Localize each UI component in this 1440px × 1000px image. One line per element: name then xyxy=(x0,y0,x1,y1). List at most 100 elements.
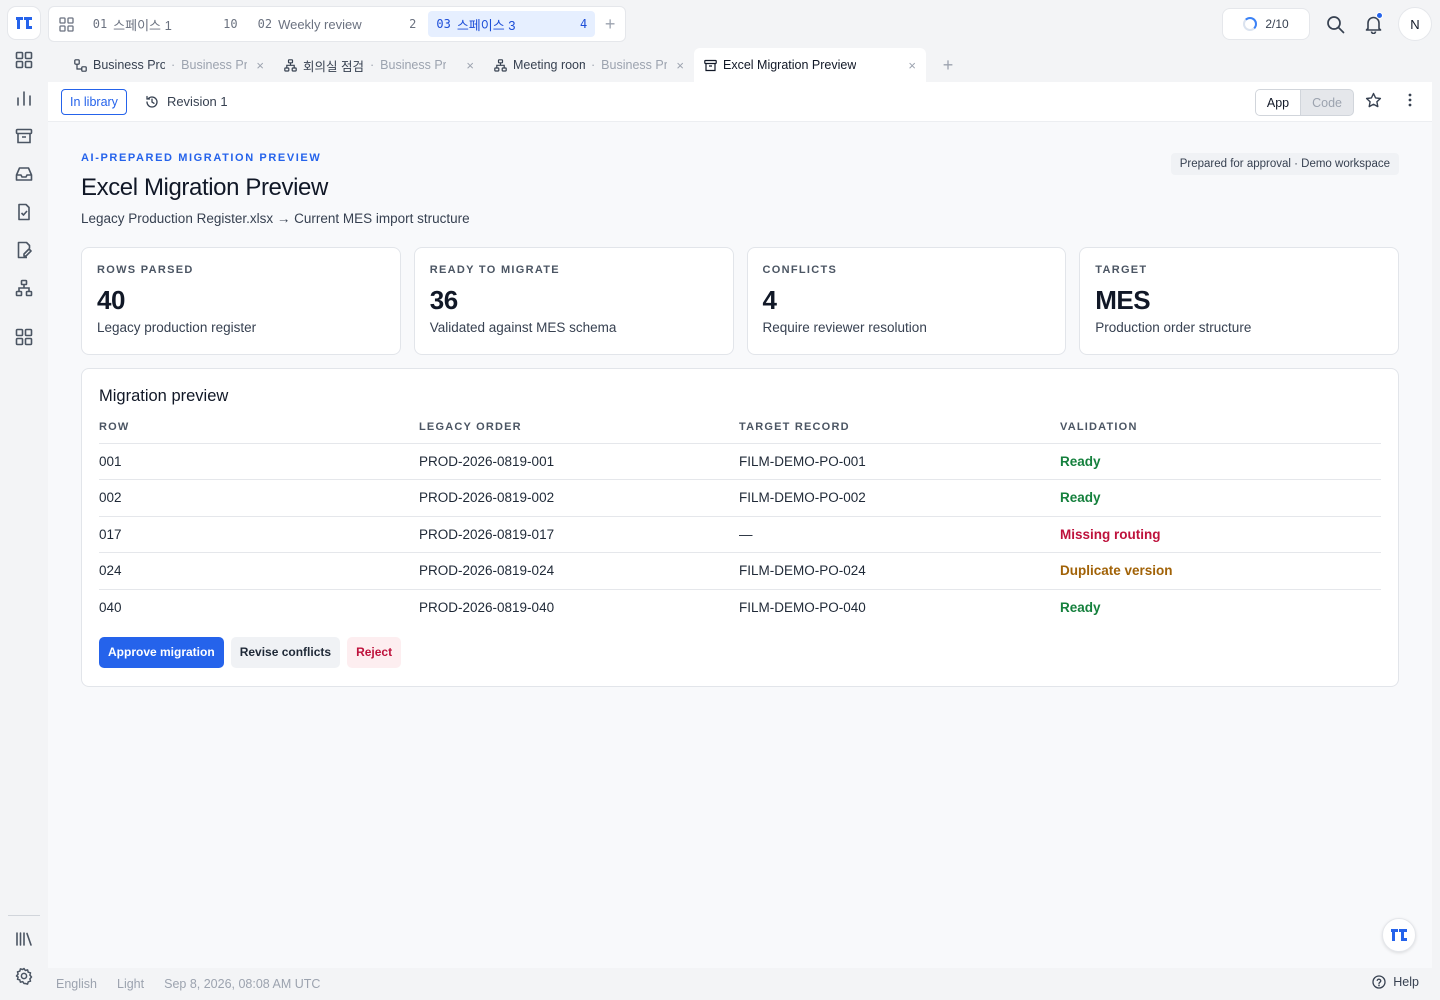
workspace-number: 03 xyxy=(436,17,451,31)
card-value: 40 xyxy=(97,285,125,315)
app-logo[interactable] xyxy=(8,7,40,39)
app-logo-icon xyxy=(1391,929,1407,941)
table-row: 001 PROD-2026-0819-001 FILM-DEMO-PO-001 … xyxy=(99,443,1381,480)
library-status-badge[interactable]: In library xyxy=(61,88,127,115)
doc-tab-separator: · xyxy=(591,58,596,72)
target-record: FILM-DEMO-PO-040 xyxy=(739,600,866,615)
summary-card-target: TARGET MES Production order structure xyxy=(1079,247,1399,355)
user-avatar[interactable]: N xyxy=(1398,7,1432,41)
edit-document-icon[interactable] xyxy=(12,238,36,262)
summary-cards: ROWS PARSED 40 Legacy production registe… xyxy=(81,247,1399,355)
row-number: 017 xyxy=(99,516,419,553)
doc-tab-meeting-room[interactable]: Meeting room · Business Process × xyxy=(484,48,694,82)
column-header-target-record: TARGET RECORD xyxy=(739,417,1060,444)
favorite-star-icon[interactable] xyxy=(1365,92,1382,112)
status-footer: English Light Sep 8, 2026, 08:08 AM UTC xyxy=(48,968,1440,1000)
notification-dot xyxy=(1376,12,1383,19)
doc-tab-excel-migration[interactable]: Excel Migration Preview × xyxy=(694,48,926,82)
library-icon[interactable] xyxy=(12,927,36,951)
revise-conflicts-button[interactable]: Revise conflicts xyxy=(230,636,341,668)
workspace-count: 4 xyxy=(580,17,588,31)
flow-icon xyxy=(74,58,87,72)
target-record: FILM-DEMO-PO-024 xyxy=(739,552,1060,590)
validation-status: Missing routing xyxy=(1060,516,1381,553)
revision-label: Revision 1 xyxy=(166,94,228,109)
more-options-icon[interactable] xyxy=(1408,92,1412,111)
card-value: 36 xyxy=(429,285,458,315)
target-record: FILM-DEMO-PO-001 xyxy=(739,443,1060,480)
doc-tab-business-process[interactable]: Business Process · Business Process × xyxy=(64,48,274,82)
column-header-validation: VALIDATION xyxy=(1060,417,1381,444)
workspace-tab-1[interactable]: 01 스페이스 1 10 xyxy=(85,11,246,37)
archive-icon[interactable] xyxy=(12,124,36,148)
progress-spinner-icon xyxy=(1243,17,1258,31)
card-description: Validated against MES schema xyxy=(429,320,617,335)
approve-migration-button[interactable]: Approve migration xyxy=(99,636,224,668)
new-tab-button[interactable]: + xyxy=(926,48,970,82)
table-row: 017 PROD-2026-0819-017 — Missing routing xyxy=(99,516,1381,553)
search-icon[interactable] xyxy=(1322,11,1348,37)
dashboard-icon[interactable] xyxy=(12,48,36,72)
row-number: 024 xyxy=(99,552,419,590)
card-label: TARGET xyxy=(1095,264,1148,276)
close-tab-icon[interactable]: × xyxy=(908,58,916,73)
reject-button[interactable]: Reject xyxy=(347,636,402,668)
table-header-row: ROW LEGACY ORDER TARGET RECORD VALIDATIO… xyxy=(99,417,1381,444)
doc-tab-context: Business Process xyxy=(601,58,668,72)
document-toolbar: In library Revision 1 App Code xyxy=(48,82,1432,122)
workspace-tab-2[interactable]: 02 Weekly review 2 xyxy=(250,11,425,37)
theme-selector[interactable]: Light xyxy=(117,977,144,991)
hierarchy-icon xyxy=(494,58,507,72)
doc-tab-context: Business Process xyxy=(181,58,248,72)
workspace-name: 스페이스 3 xyxy=(456,17,516,33)
usage-indicator[interactable]: 2/10 xyxy=(1222,8,1310,40)
view-mode-toggle: App Code xyxy=(1254,89,1354,116)
workspace-grid-icon[interactable] xyxy=(49,16,85,32)
page-content: AI-PREPARED MIGRATION PREVIEW Excel Migr… xyxy=(48,122,1432,687)
doc-tab-meeting-check[interactable]: 회의실 점검 · Business Process × xyxy=(274,48,484,82)
help-button[interactable]: Help xyxy=(1372,975,1419,989)
table-row: 024 PROD-2026-0819-024 FILM-DEMO-PO-024 … xyxy=(99,552,1381,590)
legacy-order: PROD-2026-0819-002 xyxy=(419,479,739,517)
doc-tab-separator: · xyxy=(171,58,176,72)
language-selector[interactable]: English xyxy=(56,977,97,991)
workspace-number: 02 xyxy=(257,17,273,31)
summary-card-rows-parsed: ROWS PARSED 40 Legacy production registe… xyxy=(81,247,401,355)
workspace-count: 10 xyxy=(223,17,238,31)
workspace-tab-3[interactable]: 03 스페이스 3 4 xyxy=(428,11,596,37)
mode-code-button[interactable]: Code xyxy=(1301,90,1353,115)
hierarchy-icon[interactable] xyxy=(12,276,36,300)
chart-icon[interactable] xyxy=(12,86,36,110)
card-label: ROWS PARSED xyxy=(97,264,194,276)
migration-actions: Approve migration Revise conflicts Rejec… xyxy=(99,636,1381,668)
validation-status: Duplicate version xyxy=(1060,552,1381,590)
archive-icon xyxy=(704,59,717,71)
page-title: Excel Migration Preview xyxy=(81,174,328,201)
workspace-name: 스페이스 1 xyxy=(113,17,172,33)
task-check-icon[interactable] xyxy=(12,200,36,224)
revision-selector[interactable]: Revision 1 xyxy=(145,94,228,109)
hierarchy-icon xyxy=(284,58,297,72)
assistant-button[interactable] xyxy=(1382,918,1416,952)
column-header-legacy-order: LEGACY ORDER xyxy=(419,417,739,444)
column-header-row: ROW xyxy=(99,417,419,444)
settings-gear-icon[interactable] xyxy=(12,964,36,988)
row-number: 040 xyxy=(99,600,122,615)
doc-tab-title: Business Process xyxy=(93,58,165,72)
section-title: Migration preview xyxy=(99,387,229,405)
close-tab-icon[interactable]: × xyxy=(676,58,684,73)
close-tab-icon[interactable]: × xyxy=(466,58,474,73)
mode-app-button[interactable]: App xyxy=(1255,90,1302,115)
validation-status: Ready xyxy=(1060,479,1381,517)
inbox-icon[interactable] xyxy=(12,162,36,186)
add-workspace-button[interactable]: + xyxy=(595,14,625,35)
card-label: READY TO MIGRATE xyxy=(429,264,560,276)
legacy-order: PROD-2026-0819-040 xyxy=(419,600,555,615)
target-record: — xyxy=(739,516,1060,553)
card-label: CONFLICTS xyxy=(762,264,838,276)
apps-icon[interactable] xyxy=(12,325,36,349)
document-tabs: Business Process · Business Process × 회의… xyxy=(48,48,1432,82)
table-row: 002 PROD-2026-0819-002 FILM-DEMO-PO-002 … xyxy=(99,479,1381,517)
notification-bell-icon[interactable] xyxy=(1360,11,1386,37)
close-tab-icon[interactable]: × xyxy=(256,58,264,73)
